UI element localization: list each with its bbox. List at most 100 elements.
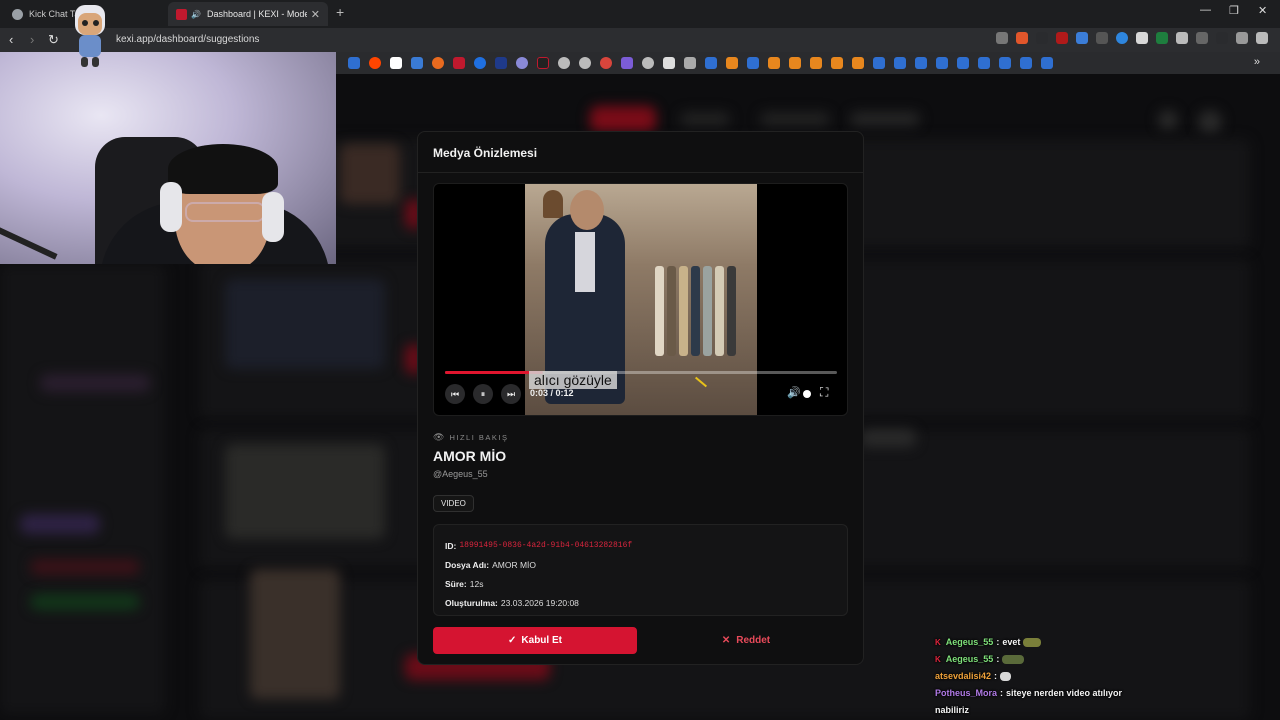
bookmark-icon[interactable]: [726, 57, 738, 69]
bookmark-icon[interactable]: [705, 57, 717, 69]
sidebar-icon[interactable]: [1196, 32, 1208, 44]
headset-ear-left: [160, 182, 182, 232]
video-player[interactable]: alıcı gözüyle ⏮ ⏸ ⏭ 0:03 / 0:12 🔊 ⛶: [433, 183, 848, 416]
chat-text: evet: [1002, 637, 1021, 647]
new-tab-icon[interactable]: +: [336, 4, 344, 20]
bookmark-icon[interactable]: [936, 57, 948, 69]
bookmark-icon[interactable]: [873, 57, 885, 69]
emote-icon: [1023, 638, 1042, 647]
extension-icon[interactable]: [1136, 32, 1148, 44]
back-icon[interactable]: ‹: [9, 32, 13, 47]
reject-label: Reddet: [736, 635, 771, 646]
tab-dashboard[interactable]: 🔊 Dashboard | KEXI - Modern St ✕: [168, 2, 328, 26]
bookmark-icon[interactable]: [516, 57, 528, 69]
extension-icon[interactable]: [1096, 32, 1108, 44]
meta-row-created: Oluşturulma: 23.03.2026 19:20:08: [445, 593, 836, 612]
extension-icon[interactable]: [1116, 32, 1128, 44]
bookmark-icon[interactable]: [831, 57, 843, 69]
accept-label: Kabul Et: [521, 635, 562, 646]
chat-text: siteye nerden video atılıyor: [1006, 688, 1123, 698]
bookmark-icon[interactable]: [369, 57, 381, 69]
bookmark-icon[interactable]: [621, 57, 633, 69]
bookmark-icon[interactable]: [474, 57, 486, 69]
bookmark-icon[interactable]: [558, 57, 570, 69]
avatar-blur: [1158, 110, 1178, 130]
close-window-icon[interactable]: ✕: [1258, 4, 1267, 17]
meta-value: AMOR MİO: [492, 559, 537, 570]
minimize-icon[interactable]: —: [1200, 4, 1211, 16]
bookmark-icon[interactable]: [978, 57, 990, 69]
menu-icon[interactable]: [1256, 32, 1268, 44]
bookmark-icon[interactable]: [768, 57, 780, 69]
puzzle-icon[interactable]: [1176, 32, 1188, 44]
chat-message: K Aegeus_55 : evet: [935, 634, 1165, 651]
chat-username: Aegeus_55: [945, 654, 994, 664]
bookmark-icon[interactable]: [999, 57, 1011, 69]
close-tab-icon[interactable]: ✕: [311, 8, 320, 21]
fullscreen-icon[interactable]: ⛶: [820, 385, 828, 400]
bookmark-icon[interactable]: [495, 57, 507, 69]
bookmark-icon[interactable]: [537, 57, 549, 69]
seek-bar[interactable]: [445, 371, 837, 374]
bookmark-icon[interactable]: [390, 57, 402, 69]
next-icon[interactable]: ⏭: [501, 384, 521, 404]
clothing-rack-item: [679, 266, 688, 356]
bookmark-icon[interactable]: [411, 57, 423, 69]
extension-icon[interactable]: [1076, 32, 1088, 44]
bookmark-icon[interactable]: [852, 57, 864, 69]
previous-icon[interactable]: ⏮: [445, 384, 465, 404]
maximize-icon[interactable]: ❐: [1229, 4, 1239, 17]
bookmark-icon[interactable]: [894, 57, 906, 69]
bookmark-icon[interactable]: [600, 57, 612, 69]
chat-username: Potheus_Mora: [935, 688, 998, 698]
avatar-blur: [1198, 110, 1222, 134]
bookmark-icon[interactable]: [642, 57, 654, 69]
ublock-icon[interactable]: [1056, 32, 1068, 44]
mic-arm: [0, 220, 58, 260]
volume-icon[interactable]: 🔊: [787, 386, 801, 399]
bookmark-icon[interactable]: [432, 57, 444, 69]
bookmark-icon[interactable]: [663, 57, 675, 69]
bookmark-icon[interactable]: [453, 57, 465, 69]
clothing-rack-item: [667, 266, 676, 356]
check-icon: ✓: [508, 635, 517, 646]
share-icon[interactable]: [996, 32, 1008, 44]
folder-icon[interactable]: [684, 57, 696, 69]
volume-slider[interactable]: [803, 390, 811, 398]
meta-label: Oluşturulma:: [445, 597, 498, 608]
forward-icon[interactable]: ›: [30, 32, 34, 47]
media-metadata-card: ID: 18991495-0836-4a2d-91b4-04613282816f…: [433, 524, 848, 616]
brave-shield-icon[interactable]: [1016, 32, 1028, 44]
meta-label: ID:: [445, 540, 457, 551]
reject-button[interactable]: ✕ Reddet: [644, 627, 848, 654]
nav-item-blur: [680, 112, 730, 126]
bookmark-icon[interactable]: [348, 57, 360, 69]
url-field[interactable]: kexi.app/dashboard/suggestions: [116, 34, 259, 45]
bookmark-icon[interactable]: [915, 57, 927, 69]
bookmark-icon[interactable]: [747, 57, 759, 69]
bookmark-icon[interactable]: [957, 57, 969, 69]
bookmark-icon[interactable]: [1041, 57, 1053, 69]
bookmark-icon[interactable]: [1020, 57, 1032, 69]
pause-icon[interactable]: ⏸: [473, 384, 493, 404]
meta-id-value: 18991495-0836-4a2d-91b4-04613282816f: [459, 541, 633, 550]
speaker-icon: 🔊: [191, 9, 201, 19]
chip-blur: [860, 429, 916, 447]
sidebar-blur: [0, 264, 165, 714]
chat-message: K Aegeus_55 :: [935, 651, 1165, 668]
sidebar-item-blur: [20, 514, 100, 534]
accept-button[interactable]: ✓ Kabul Et: [433, 627, 637, 654]
browser-tab-bar: Kick Chat Takip | 🔊 Dashboard | KEXI - M…: [0, 0, 1280, 28]
kick-badge-icon: K: [935, 638, 941, 647]
nav-item-blur: [850, 112, 920, 126]
reload-icon[interactable]: ↻: [48, 32, 59, 48]
extension-icon[interactable]: [1156, 32, 1168, 44]
emote-icon: [1002, 655, 1025, 664]
more-bookmarks-icon[interactable]: »: [1254, 56, 1260, 68]
meta-row-filename: Dosya Adı: AMOR MİO: [445, 555, 836, 574]
bookmark-icon[interactable]: [810, 57, 822, 69]
bookmark-icon[interactable]: [789, 57, 801, 69]
nav-pill-blur: [590, 106, 656, 132]
media-icon[interactable]: [1236, 32, 1248, 44]
bookmark-icon[interactable]: [579, 57, 591, 69]
